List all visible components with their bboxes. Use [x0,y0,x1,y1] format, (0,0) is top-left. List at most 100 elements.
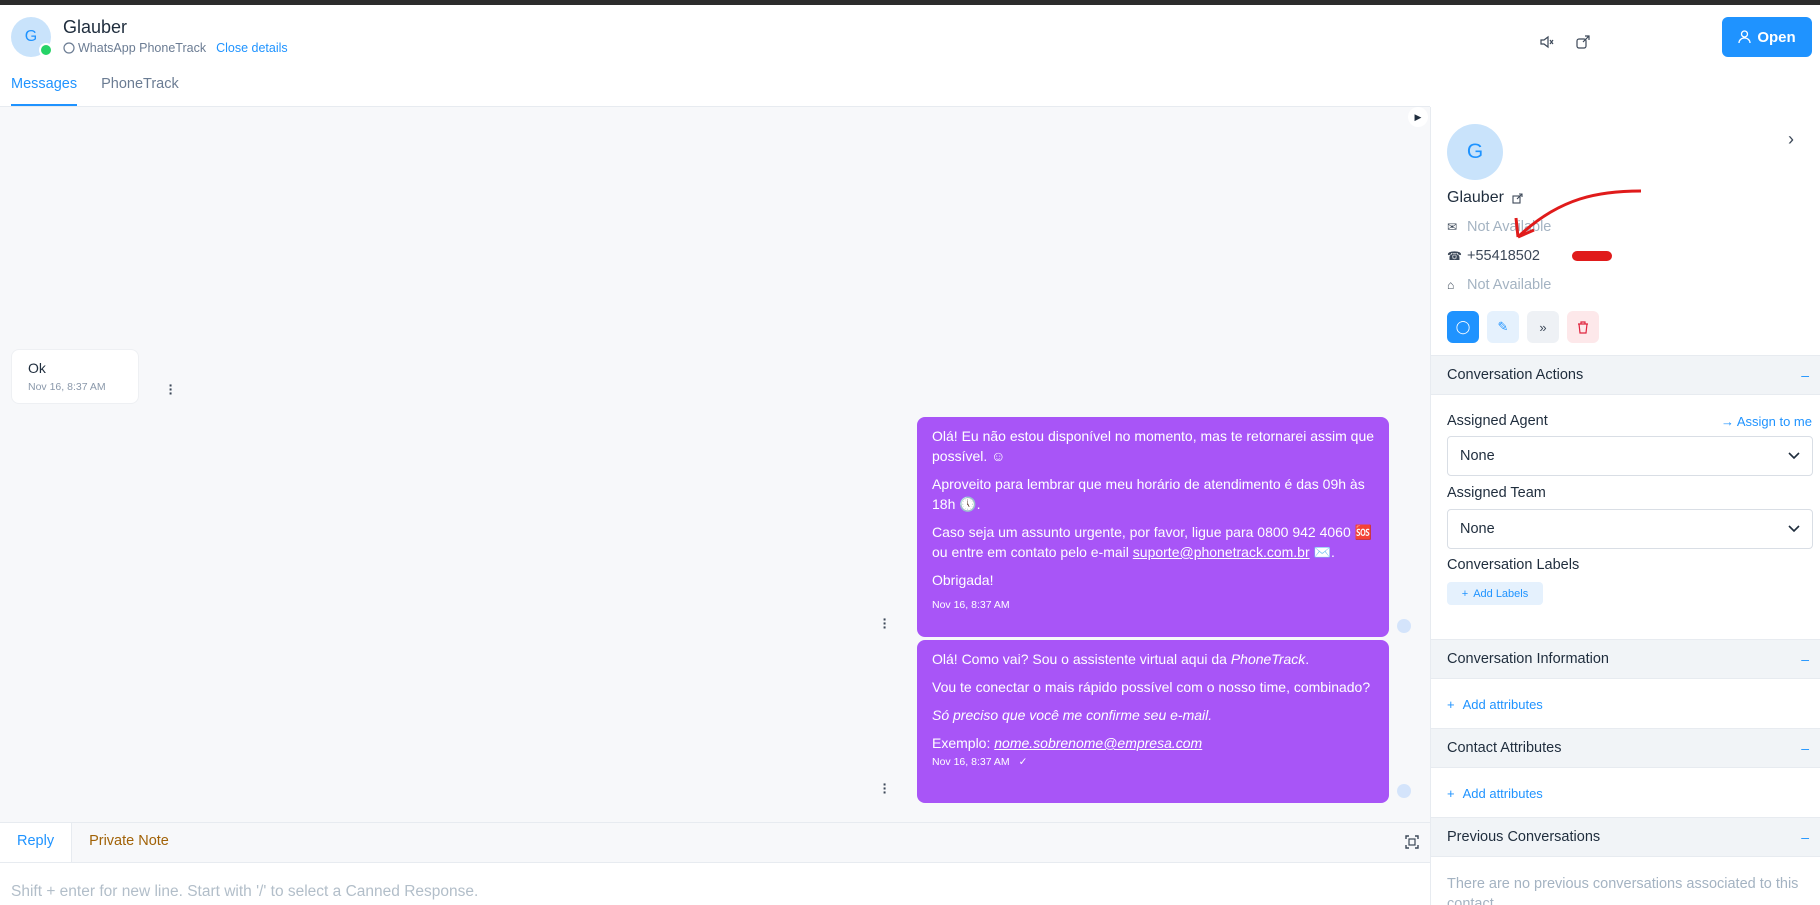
header-icons [1540,35,1590,49]
plus-icon: + [1447,786,1455,801]
add-labels-button[interactable]: + Add Labels [1447,582,1543,605]
assigned-agent-value: None [1460,448,1495,464]
avatar-initial: G [1466,140,1484,163]
assigned-agent-label: Assigned Agent [1447,413,1548,429]
outgoing-message[interactable]: Olá! Eu não estou disponível no momento,… [917,417,1389,637]
email-link[interactable]: suporte@phonetrack.com.br [1133,544,1310,560]
open-button[interactable]: Open [1722,17,1812,57]
message-time: Nov 16, 8:37 AM [28,381,106,393]
contact-name[interactable]: Glauber [63,17,127,38]
chevron-right-icon[interactable]: › [1788,129,1794,150]
previous-conversations-header[interactable]: Previous Conversations – [1431,817,1820,857]
add-labels-label: Add Labels [1473,587,1529,600]
message-emphasis: PhoneTrack [1230,651,1306,667]
tab-reply[interactable]: Reply [0,823,73,862]
avatar-initial: G [24,28,38,45]
add-attributes-button[interactable]: + Add attributes [1447,697,1543,712]
chevron-down-icon [1788,452,1800,460]
contact-company: Not Available [1467,277,1552,293]
expand-icon[interactable] [1405,835,1419,849]
open-button-label: Open [1757,28,1796,46]
message-text: Ok [28,360,46,376]
conversation-actions-header[interactable]: Conversation Actions – [1431,355,1820,395]
conversation-labels-label: Conversation Labels [1447,557,1580,573]
collapse-icon[interactable]: – [1801,651,1809,667]
section-title: Conversation Information [1447,651,1609,667]
contact-avatar[interactable]: G [11,17,53,57]
trash-icon [1578,320,1588,334]
contact-phone[interactable]: +55418502 [1467,248,1540,264]
outgoing-message[interactable]: Olá! Como vai? Sou o assistente virtual … [917,640,1389,803]
check-icon: ✓ [1018,756,1028,768]
incoming-message[interactable]: Ok Nov 16, 8:37 AM [11,349,139,404]
message-paragraph: Aproveito para lembrar que meu horário d… [932,476,1365,512]
conversation-information-header[interactable]: Conversation Information – [1431,639,1820,679]
tab-private-note[interactable]: Private Note [72,823,186,862]
contact-actions: ◯ ✎ » [1447,311,1599,343]
external-link-icon[interactable] [1512,192,1523,204]
agent-avatar-icon [1397,784,1411,798]
reply-mode-tabs: Reply Private Note [0,823,1430,863]
share-icon[interactable] [1576,35,1590,49]
section-title: Contact Attributes [1447,740,1562,756]
assign-to-me-label: Assign to me [1736,414,1812,429]
contact-email-row: ✉ Not Available [1447,219,1551,235]
redaction-mark [1572,251,1612,261]
caret-right-icon: ▶ [1414,111,1422,122]
collapse-icon[interactable]: – [1801,367,1809,383]
chat-icon: ◯ [1455,319,1471,334]
merge-contact-button[interactable]: » [1527,311,1559,343]
close-details-link[interactable]: Close details [216,41,288,55]
message-paragraph: Exemplo: nome.sobrenome@empresa.com [932,733,1374,753]
reply-input[interactable]: Shift + enter for new line. Start with '… [11,883,478,901]
message-text: Exemplo: [932,735,995,751]
assigned-team-value: None [1460,521,1495,537]
delete-contact-button[interactable] [1567,311,1599,343]
plus-icon: + [1461,587,1469,600]
plus-icon: + [1447,697,1455,712]
add-attributes-label: Add attributes [1462,697,1543,712]
contact-attributes-header[interactable]: Contact Attributes – [1431,728,1820,768]
mail-icon: ✉ [1447,220,1458,234]
message-paragraph: Caso seja um assunto urgente, por favor,… [932,522,1374,562]
add-attributes-label: Add attributes [1462,786,1543,801]
collapse-icon[interactable]: – [1801,829,1809,845]
message-text: Olá! Como vai? Sou o assistente virtual … [932,651,1231,667]
whatsapp-badge-icon [39,43,53,57]
new-message-button[interactable]: ◯ [1447,311,1479,343]
inbox-name: WhatsApp PhoneTrack [78,41,207,55]
whatsapp-icon [63,42,75,54]
tab-phonetrack[interactable]: PhoneTrack [101,72,179,106]
tab-messages[interactable]: Messages [11,72,78,106]
user-icon [1738,30,1751,44]
sidebar-contact-avatar: G [1447,124,1503,180]
message-menu-icon[interactable]: · · · [881,612,889,634]
merge-icon: » [1539,319,1547,335]
chevron-down-icon [1788,525,1800,533]
message-menu-icon[interactable]: · · · [881,777,889,799]
conversation-tabs: Messages PhoneTrack [0,72,1430,107]
mute-icon[interactable] [1540,35,1554,49]
contact-phone-row: ☎ +55418502 [1447,248,1540,264]
message-menu-icon[interactable]: · · · [167,378,175,400]
message-time: Nov 16, 8:37 AM [932,756,1010,768]
message-time: Nov 16, 8:37 AM [932,599,1010,611]
message-paragraph: Obrigada! [932,572,994,588]
message-paragraph: Olá! Como vai? Sou o assistente virtual … [932,649,1374,669]
add-attributes-button[interactable]: + Add attributes [1447,786,1543,801]
sidebar-contact-name: Glauber [1447,189,1504,206]
reply-box: Reply Private Note Shift + enter for new… [0,822,1430,905]
message-paragraph: Só preciso que você me confirme seu e-ma… [932,707,1213,723]
assign-to-me-link[interactable]: → Assign to me [1721,414,1812,429]
assigned-agent-select[interactable]: None [1447,436,1813,476]
message-time-row: Nov 16, 8:37 AM ✓ [932,752,1374,772]
section-title: Previous Conversations [1447,829,1601,845]
assigned-team-select[interactable]: None [1447,509,1813,549]
contact-subtitle: WhatsApp PhoneTrack Close details [63,41,288,55]
email-link[interactable]: nome.sobrenome@empresa.com [994,735,1202,751]
collapse-icon[interactable]: – [1801,740,1809,756]
edit-contact-button[interactable]: ✎ [1487,311,1519,343]
contact-sidebar: G › Glauber ✉ Not Available ☎ +55418502 … [1430,107,1820,905]
message-paragraph: Vou te conectar o mais rápido possível c… [932,679,1371,695]
collapse-sidebar-toggle[interactable]: ▶ [1408,107,1428,127]
